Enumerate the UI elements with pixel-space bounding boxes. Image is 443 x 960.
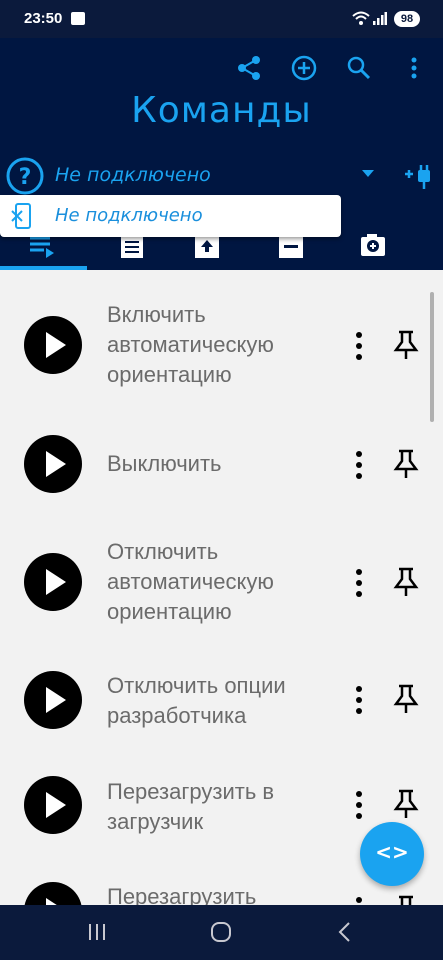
- code-fab-button[interactable]: <>: [360, 822, 424, 886]
- more-vert-icon[interactable]: [352, 331, 366, 361]
- add-circle-icon[interactable]: [290, 54, 318, 82]
- play-icon[interactable]: [24, 553, 82, 611]
- command-label: Отключить автоматическую ориентацию: [107, 539, 274, 624]
- pin-icon[interactable]: [392, 330, 420, 360]
- more-vert-icon[interactable]: [352, 450, 366, 480]
- svg-text:?: ?: [19, 165, 32, 190]
- device-disconnected-icon: [11, 203, 31, 229]
- search-icon[interactable]: [345, 54, 373, 82]
- pin-icon[interactable]: [392, 789, 420, 819]
- popup-status-text: Не подключено: [55, 205, 203, 226]
- recent-apps-icon[interactable]: [86, 921, 108, 943]
- play-icon[interactable]: [24, 435, 82, 493]
- share-icon[interactable]: [235, 54, 263, 82]
- gallery-notification-icon: [71, 12, 85, 25]
- connection-status-label[interactable]: Не подключено: [55, 164, 211, 186]
- more-vert-icon[interactable]: [352, 896, 366, 905]
- tab-camera-add-icon[interactable]: [352, 228, 440, 270]
- more-vert-icon[interactable]: [352, 790, 366, 820]
- pin-icon[interactable]: [392, 449, 420, 479]
- back-icon[interactable]: [335, 921, 357, 943]
- pin-icon[interactable]: [392, 895, 420, 905]
- more-vert-icon[interactable]: [400, 54, 428, 82]
- play-icon[interactable]: [24, 316, 82, 374]
- help-icon[interactable]: ?: [5, 156, 45, 196]
- pin-icon[interactable]: [392, 684, 420, 714]
- play-icon[interactable]: [24, 882, 82, 905]
- command-label: Включить автоматическую ориентацию: [107, 302, 274, 387]
- play-icon[interactable]: [24, 671, 82, 729]
- status-time: 23:50: [24, 10, 63, 27]
- more-vert-icon[interactable]: [352, 685, 366, 715]
- play-icon[interactable]: [24, 776, 82, 834]
- home-icon[interactable]: [210, 921, 232, 943]
- battery-indicator: 98: [394, 11, 420, 27]
- scrollbar[interactable]: [430, 292, 434, 422]
- connection-popup[interactable]: Не подключено: [0, 195, 341, 237]
- plug-add-icon[interactable]: [404, 162, 434, 190]
- system-nav-bar: [0, 905, 443, 960]
- command-label: Выключить: [107, 451, 222, 476]
- wifi-icon: [352, 11, 370, 25]
- dropdown-arrow-icon[interactable]: [362, 170, 374, 177]
- signal-icon: [373, 12, 387, 25]
- page-title: Команды: [131, 90, 312, 131]
- command-label: Отключить опции разработчика: [107, 673, 286, 728]
- pin-icon[interactable]: [392, 567, 420, 597]
- status-bar: 23:50 98: [0, 0, 443, 38]
- command-label: Перезагрузить в загрузчик: [107, 779, 275, 834]
- command-label: Перезагрузить: [107, 884, 257, 905]
- code-icon: <>: [375, 840, 409, 864]
- command-list[interactable]: Включить автоматическую ориентацию Выклю…: [0, 270, 443, 905]
- more-vert-icon[interactable]: [352, 568, 366, 598]
